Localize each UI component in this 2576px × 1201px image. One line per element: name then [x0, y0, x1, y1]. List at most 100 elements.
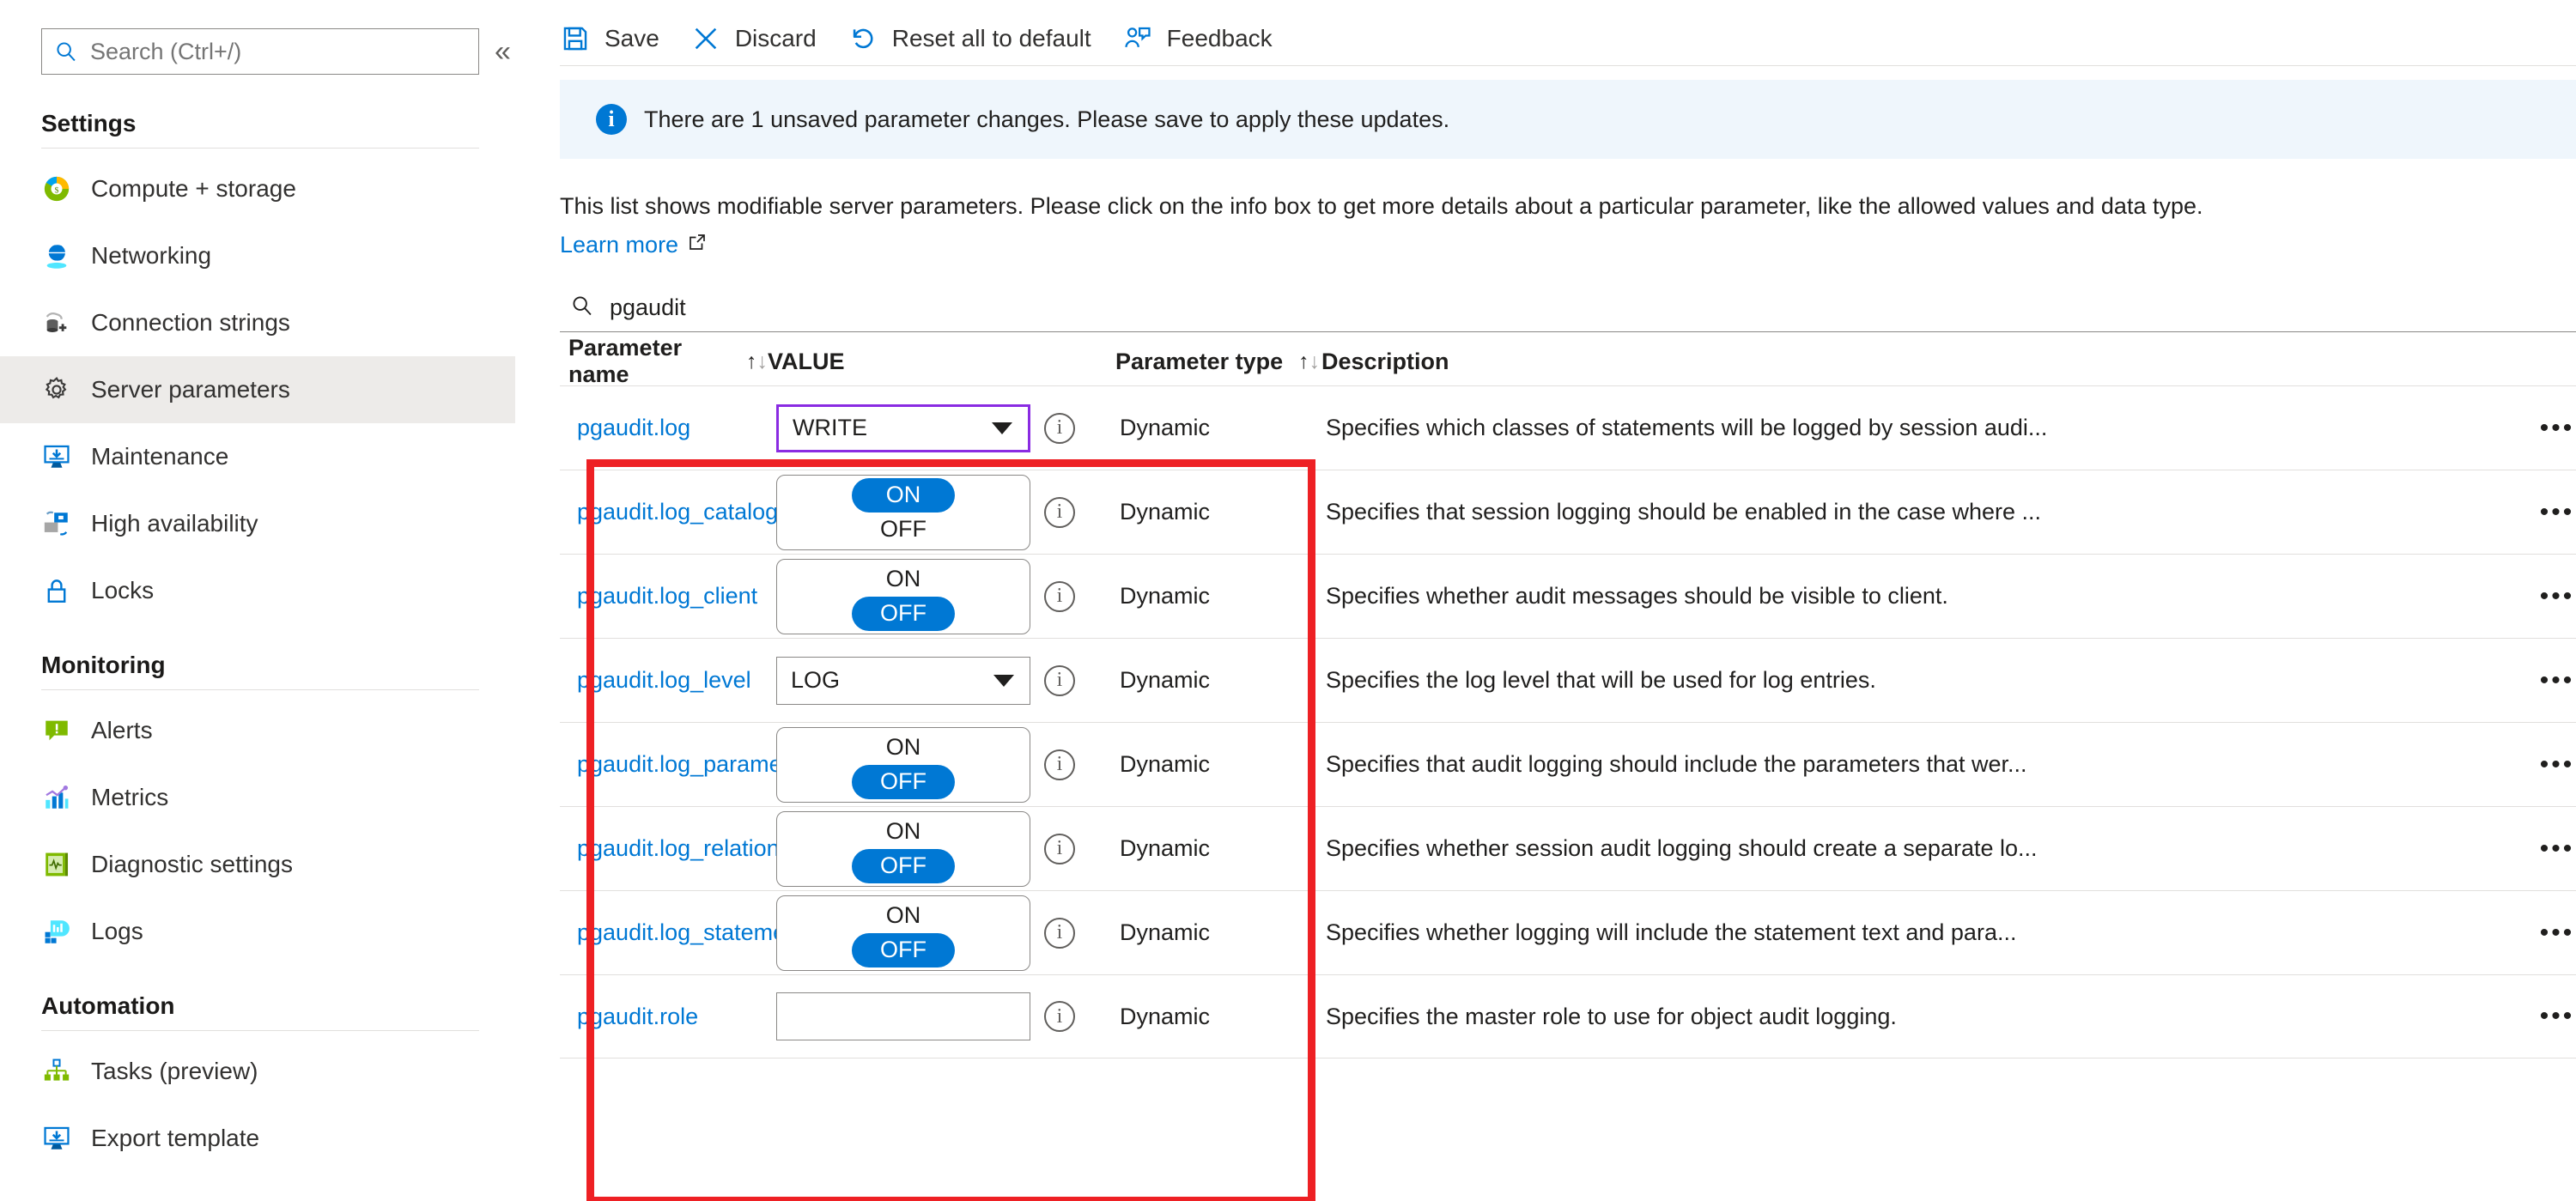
toggle-option-off[interactable]: OFF — [852, 932, 955, 967]
collapse-sidebar-button[interactable]: « — [495, 37, 511, 66]
toggle-option-on[interactable]: ON — [852, 731, 955, 765]
value-cell: i — [776, 992, 1120, 1040]
pgaudit-role-textbox[interactable] — [776, 992, 1030, 1040]
sidebar-item-label: Alerts — [91, 717, 153, 743]
sort-icon[interactable]: ↑ ↓ — [746, 349, 768, 374]
toggle-option-on[interactable]: ON — [852, 815, 955, 849]
pgaudit-log-client-toggle[interactable]: ON OFF — [776, 558, 1030, 634]
parameter-name-link[interactable]: pgaudit.log_parameter — [560, 751, 809, 778]
info-icon: i — [596, 104, 627, 135]
discard-label: Discard — [734, 25, 817, 52]
sidebar-item-label: Logs — [91, 918, 143, 944]
discard-button[interactable]: Discard — [683, 15, 841, 63]
column-label: Description — [1321, 348, 1449, 374]
search-input[interactable] — [88, 37, 466, 66]
info-icon[interactable]: i — [1044, 833, 1075, 864]
sidebar-item-label: Maintenance — [91, 443, 229, 470]
connection-strings-icon — [41, 307, 72, 338]
parameter-name-link[interactable]: pgaudit.log_relation — [560, 835, 780, 862]
info-icon[interactable]: i — [1044, 496, 1075, 528]
divider — [41, 1030, 479, 1031]
parameter-name-link[interactable]: pgaudit.log_catalog — [560, 499, 778, 525]
table-row: pgaudit.log WRITE i Dynamic Specifies wh… — [560, 385, 2576, 470]
sidebar-item-metrics[interactable]: Metrics — [0, 764, 515, 831]
info-icon[interactable]: i — [1044, 749, 1075, 780]
toggle-option-off[interactable]: OFF — [852, 848, 955, 883]
parameter-name-link[interactable]: pgaudit.log_level — [560, 667, 776, 694]
sidebar-item-networking[interactable]: Networking — [0, 222, 515, 289]
sidebar-item-tasks[interactable]: Tasks (preview) — [0, 1038, 515, 1105]
sidebar-search-box[interactable] — [41, 28, 479, 75]
maintenance-icon — [41, 441, 72, 472]
row-menu-button[interactable]: ••• — [2523, 1002, 2576, 1031]
info-icon[interactable]: i — [1044, 580, 1075, 612]
pgaudit-log-dropdown[interactable]: WRITE — [776, 403, 1030, 452]
column-header-parameter-name[interactable]: Parameter name ↑ ↓ — [560, 335, 768, 388]
column-header-value: VALUE — [768, 349, 1115, 375]
info-icon[interactable]: i — [1044, 917, 1075, 949]
sidebar-item-server-parameters[interactable]: Server parameters — [0, 356, 515, 423]
row-menu-button[interactable]: ••• — [2523, 414, 2576, 443]
sort-icon[interactable]: ↑ ↓ — [1298, 349, 1320, 374]
save-button[interactable]: Save — [560, 15, 683, 63]
sidebar-item-connection-strings[interactable]: Connection strings — [0, 289, 515, 356]
info-icon[interactable]: i — [1044, 1001, 1075, 1032]
filter-input[interactable] — [608, 294, 2576, 322]
sidebar-item-label: Metrics — [91, 784, 169, 810]
value-cell: ON OFF i — [776, 474, 1120, 550]
row-menu-button[interactable]: ••• — [2523, 919, 2576, 948]
learn-more-link[interactable]: Learn more — [560, 232, 708, 258]
row-menu-button[interactable]: ••• — [2523, 498, 2576, 527]
pgaudit-log-parameter-toggle[interactable]: ON OFF — [776, 726, 1030, 803]
logs-icon — [41, 916, 72, 947]
sidebar-item-logs[interactable]: Logs — [0, 898, 515, 965]
sidebar-nav: Settings $ Compute + storage Networking … — [0, 110, 515, 1172]
pgaudit-log-relation-toggle[interactable]: ON OFF — [776, 810, 1030, 887]
sidebar-item-diagnostic-settings[interactable]: Diagnostic settings — [0, 831, 515, 898]
info-icon[interactable]: i — [1044, 412, 1075, 444]
feedback-button[interactable]: Feedback — [1115, 15, 1297, 63]
pgaudit-log-catalog-toggle[interactable]: ON OFF — [776, 474, 1030, 550]
info-icon[interactable]: i — [1044, 664, 1075, 696]
sidebar-item-high-availability[interactable]: High availability — [0, 490, 515, 557]
row-menu-button[interactable]: ••• — [2523, 834, 2576, 864]
parameter-type: Dynamic — [1120, 1003, 1211, 1029]
column-header-parameter-type[interactable]: Parameter type ↑ ↓ — [1115, 349, 1321, 375]
toggle-option-off[interactable]: OFF — [852, 596, 955, 631]
toggle-option-off[interactable]: OFF — [852, 513, 955, 547]
row-menu-button[interactable]: ••• — [2523, 666, 2576, 695]
sidebar-item-locks[interactable]: Locks — [0, 557, 515, 624]
parameter-filter-box[interactable] — [560, 284, 2576, 332]
sidebar-item-alerts[interactable]: Alerts — [0, 697, 515, 764]
dropdown-value: LOG — [791, 667, 841, 693]
dropdown-value: WRITE — [793, 415, 867, 440]
sidebar-section-automation-title: Automation — [41, 992, 175, 1019]
toggle-option-on[interactable]: ON — [852, 899, 955, 933]
sidebar-item-export-template[interactable]: Export template — [0, 1105, 515, 1172]
gear-icon — [41, 374, 72, 405]
reset-label: Reset all to default — [891, 25, 1091, 52]
reset-all-to-default-button[interactable]: Reset all to default — [841, 15, 1115, 63]
sidebar-item-maintenance[interactable]: Maintenance — [0, 423, 515, 490]
pgaudit-log-level-dropdown[interactable]: LOG — [776, 656, 1030, 705]
metrics-icon — [41, 782, 72, 813]
toggle-option-on[interactable]: ON — [852, 477, 955, 513]
parameter-name-link[interactable]: pgaudit.log — [560, 415, 776, 441]
table-row: pgaudit.log_statement_once ON OFF i Dyna… — [560, 890, 2576, 974]
pgaudit-log-statement-once-toggle[interactable]: ON OFF — [776, 895, 1030, 971]
parameter-name-link[interactable]: pgaudit.log_client — [560, 583, 776, 610]
row-menu-button[interactable]: ••• — [2523, 582, 2576, 611]
lock-icon — [41, 575, 72, 606]
toggle-option-off[interactable]: OFF — [852, 764, 955, 799]
sidebar-item-compute-storage[interactable]: $ Compute + storage — [0, 155, 515, 222]
parameter-description: Specifies whether session audit logging … — [1326, 835, 2038, 861]
row-menu-button[interactable]: ••• — [2523, 750, 2576, 779]
parameter-name-link[interactable]: pgaudit.role — [560, 1004, 776, 1030]
external-link-icon — [687, 232, 708, 258]
parameter-description: Specifies whether logging will include t… — [1326, 919, 2017, 945]
parameter-description: Specifies the master role to use for obj… — [1326, 1003, 1897, 1029]
toggle-option-on[interactable]: ON — [852, 562, 955, 597]
parameter-name-link[interactable]: pgaudit.log_statement_once — [560, 919, 868, 946]
